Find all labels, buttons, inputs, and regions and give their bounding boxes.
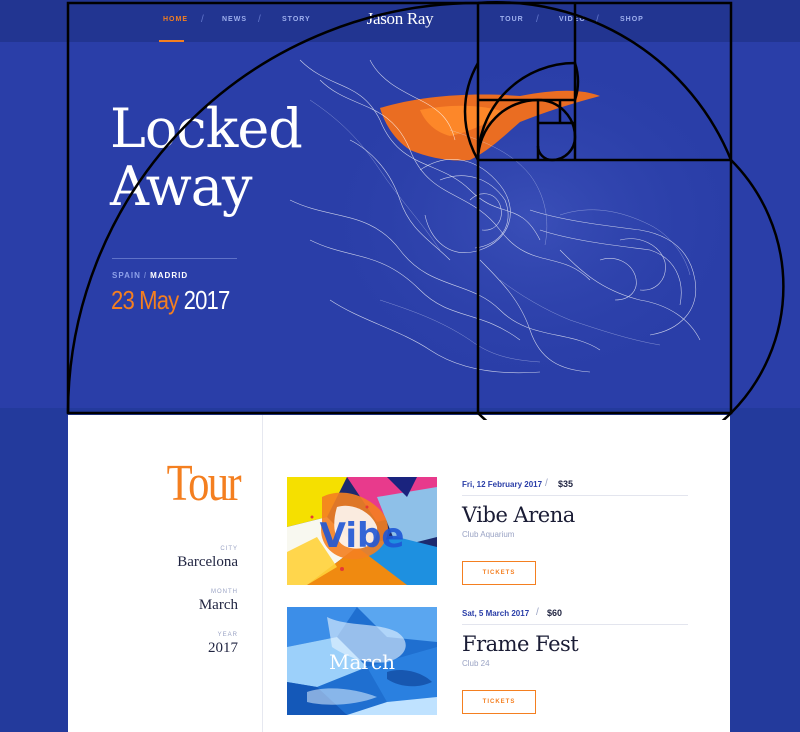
nav-news[interactable]: NEWS [222, 16, 247, 23]
event-divider [462, 495, 688, 496]
hero-section: HOME / NEWS / STORY Jason Ray TOUR / VID… [0, 0, 800, 408]
hero-date-year: 2017 [183, 285, 231, 315]
tour-title: Tour [166, 455, 242, 512]
nav-separator: / [201, 14, 204, 25]
tickets-button[interactable]: TICKETS [462, 561, 536, 585]
event-image-frame-fest[interactable]: March [287, 607, 437, 715]
nav-separator: / [258, 14, 261, 25]
event-image-vibe-arena[interactable]: Vibe [287, 477, 437, 585]
hero-title: Locked Away [110, 97, 303, 218]
page: HOME / NEWS / STORY Jason Ray TOUR / VID… [0, 0, 800, 732]
event-date-price-separator: / [545, 478, 548, 489]
nav-active-indicator [159, 40, 184, 42]
tour-column-divider [262, 415, 263, 732]
hero-divider [112, 258, 237, 259]
nav-separator: / [596, 14, 599, 25]
hero-title-line1: Locked [110, 97, 303, 160]
event-venue: Club Aquarium [462, 530, 515, 539]
hero-location: SPAIN / MADRID [112, 271, 188, 280]
hero-country: SPAIN [112, 271, 141, 280]
hero-city: MADRID [150, 271, 189, 280]
tickets-button[interactable]: TICKETS [462, 690, 536, 714]
month-label: MONTH [211, 589, 238, 595]
event-image-text: Vibe [320, 516, 405, 556]
event-image-art: March [287, 607, 437, 715]
top-navbar: HOME / NEWS / STORY Jason Ray TOUR / VID… [0, 0, 800, 42]
event-title[interactable]: Vibe Arena [462, 503, 575, 527]
hero-date-daymonth: 23 May [111, 285, 179, 315]
hero-date: 23 May 2017 [111, 285, 231, 316]
event-price: $60 [547, 608, 563, 618]
event-date: Fri, 12 February 2017 [462, 480, 543, 489]
nav-video[interactable]: VIDEO [559, 16, 586, 23]
event-venue: Club 24 [462, 659, 490, 668]
event-divider [462, 624, 688, 625]
city-label: CITY [220, 546, 238, 552]
month-value[interactable]: March [199, 597, 238, 614]
nav-tour[interactable]: TOUR [500, 16, 524, 23]
year-label: YEAR [217, 632, 238, 638]
event-date-price-separator: / [536, 607, 539, 618]
nav-home[interactable]: HOME [163, 16, 188, 23]
nav-separator: / [536, 14, 539, 25]
hero-location-separator: / [143, 271, 148, 280]
event-image-text: March [329, 650, 395, 674]
nav-story[interactable]: STORY [282, 16, 311, 23]
year-value[interactable]: 2017 [208, 640, 238, 657]
event-image-art: Vibe [287, 477, 437, 585]
event-title[interactable]: Frame Fest [462, 632, 579, 656]
brand-logo[interactable]: Jason Ray [362, 9, 438, 29]
event-price: $35 [558, 479, 574, 489]
hero-title-line2: Away [110, 155, 252, 218]
event-date: Sat, 5 March 2017 [462, 609, 530, 618]
nav-shop[interactable]: SHOP [620, 16, 644, 23]
city-value[interactable]: Barcelona [177, 554, 238, 571]
